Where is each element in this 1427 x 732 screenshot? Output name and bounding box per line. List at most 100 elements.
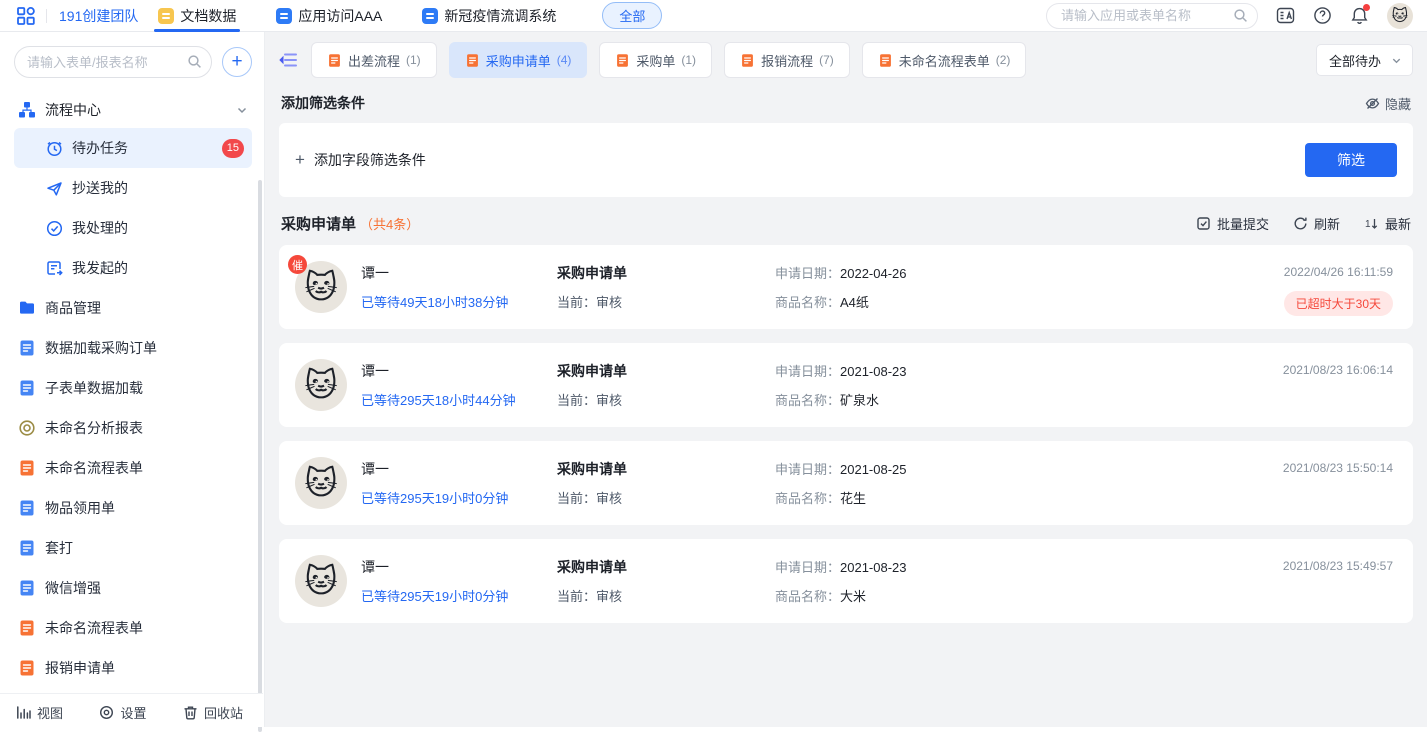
waiting-time-link[interactable]: 已等待295天18小时44分钟 (361, 390, 557, 409)
sidebar-item-initiated-by-me[interactable]: 我发起的 (14, 248, 252, 288)
sidebar-item-label: 报销申请单 (45, 658, 115, 678)
help-icon[interactable] (1313, 6, 1332, 25)
sidebar-item-goods-requisition[interactable]: 物品领用单 (14, 488, 252, 528)
app-tab-docs[interactable]: 文档数据 (158, 0, 236, 32)
app-icon-blue (276, 8, 292, 24)
add-form-button[interactable]: + (222, 47, 252, 77)
sidebar-search[interactable] (14, 46, 212, 78)
user-avatar[interactable]: 🐱 (1387, 3, 1413, 29)
tab-purchase-order[interactable]: 采购单 (1) (599, 42, 712, 78)
header-search-input[interactable] (1046, 3, 1258, 29)
sidebar-item-label: 未命名分析报表 (45, 418, 143, 438)
app-icon-blue (422, 8, 438, 24)
todo-count-badge: 15 (222, 139, 244, 158)
tab-unnamed-process-form[interactable]: 未命名流程表单 (2) (862, 42, 1027, 78)
translate-icon[interactable] (1276, 6, 1295, 25)
search-icon (187, 54, 202, 69)
app-tab-covid[interactable]: 新冠疫情流调系统 (422, 0, 556, 32)
tab-count: (1) (681, 53, 696, 67)
collapse-sidebar-icon[interactable] (279, 51, 299, 69)
sidebar-item-label: 未命名流程表单 (45, 458, 143, 478)
avatar-cat-image: 🐱 (304, 268, 337, 306)
date-value: 2021-08-23 (840, 560, 907, 575)
sidebar-item-processed-by-me[interactable]: 我处理的 (14, 208, 252, 248)
sidebar-item-todo-tasks[interactable]: 待办任务 15 (14, 128, 252, 168)
refresh-button[interactable]: 刷新 (1293, 214, 1340, 233)
header-search[interactable] (1046, 3, 1258, 29)
app-tab-access[interactable]: 应用访问AAA (276, 0, 382, 32)
sort-icon: 1 (1364, 216, 1379, 231)
sidebar-search-input[interactable] (14, 46, 212, 78)
date-value: 2022-04-26 (840, 266, 907, 281)
date-label: 申请日期： (775, 560, 840, 575)
sidebar-item-product-management[interactable]: 商品管理 (14, 288, 252, 328)
sidebar-item-cc-to-me[interactable]: 抄送我的 (14, 168, 252, 208)
send-icon (46, 180, 63, 197)
sidebar-item-unnamed-process-form-2[interactable]: 未命名流程表单 (14, 608, 252, 648)
task-row[interactable]: 🐱 谭一 已等待295天18小时44分钟 采购申请单 当前：审核 申请日期：20… (279, 343, 1413, 427)
doc-icon (18, 459, 36, 477)
doc-icon (18, 579, 36, 597)
sidebar-item-data-load-purchase-order[interactable]: 数据加载采购订单 (14, 328, 252, 368)
tab-purchase-request[interactable]: 采购申请单 (4) (449, 42, 588, 78)
doc-icon (18, 379, 36, 397)
sidebar-item-unnamed-process-form-1[interactable]: 未命名流程表单 (14, 448, 252, 488)
plus-icon: + (295, 150, 305, 170)
waiting-time-link[interactable]: 已等待295天19小时0分钟 (361, 586, 557, 605)
avatar-cat-image: 🐱 (304, 464, 337, 502)
sidebar-item-label: 抄送我的 (72, 178, 128, 198)
sort-latest-button[interactable]: 1 最新 (1364, 214, 1411, 233)
doc-icon (18, 619, 36, 637)
notification-dot (1363, 4, 1370, 11)
date-label: 申请日期： (775, 364, 840, 379)
product-label: 商品名称： (775, 295, 840, 310)
received-time: 2021/08/23 15:49:57 (1283, 559, 1393, 573)
search-icon (1233, 8, 1248, 23)
team-name[interactable]: 191创建团队 (59, 6, 138, 26)
tab-label: 出差流程 (348, 51, 400, 70)
sidebar-item-wechat-enhance[interactable]: 微信增强 (14, 568, 252, 608)
sidebar-item-label: 物品领用单 (45, 498, 115, 518)
chevron-down-icon (1391, 55, 1402, 66)
overdue-badge: 已超时大于30天 (1284, 291, 1393, 316)
hide-filter-link[interactable]: 隐藏 (1365, 94, 1411, 113)
app-launcher-icon[interactable] (16, 6, 36, 26)
header-divider (46, 9, 47, 23)
add-field-filter-link[interactable]: + 添加字段筛选条件 (295, 150, 426, 170)
filter-button[interactable]: 筛选 (1305, 143, 1397, 177)
notification-bell-icon[interactable] (1350, 6, 1369, 25)
received-time: 2021/08/23 16:06:14 (1283, 363, 1393, 377)
views-button[interactable]: 视图 (16, 703, 63, 722)
batch-submit-button[interactable]: 批量提交 (1196, 214, 1269, 233)
tab-business-trip-flow[interactable]: 出差流程 (1) (311, 42, 437, 78)
avatar: 🐱 (295, 457, 347, 509)
settings-button[interactable]: 设置 (99, 703, 146, 722)
date-value: 2021-08-25 (840, 462, 907, 477)
product-label: 商品名称： (775, 393, 840, 408)
app-tab-label: 新冠疫情流调系统 (444, 6, 556, 26)
recycle-bin-button[interactable]: 回收站 (183, 703, 243, 722)
todo-filter-select[interactable]: 全部待办 (1316, 44, 1413, 76)
all-apps-pill[interactable]: 全部 (602, 2, 662, 29)
sidebar-group-process-center[interactable]: 流程中心 (14, 92, 252, 128)
list-title: 采购申请单 (281, 213, 356, 234)
sidebar-item-unnamed-report[interactable]: 未命名分析报表 (14, 408, 252, 448)
sidebar-scrollbar[interactable] (258, 180, 262, 732)
task-row[interactable]: 🐱 谭一 已等待295天19小时0分钟 采购申请单 当前：审核 申请日期：202… (279, 539, 1413, 623)
sidebar-item-reimbursement-form[interactable]: 报销申请单 (14, 648, 252, 688)
sidebar-item-subform-data-load[interactable]: 子表单数据加载 (14, 368, 252, 408)
tab-reimbursement-flow[interactable]: 报销流程 (7) (724, 42, 850, 78)
task-row[interactable]: 🐱 谭一 已等待295天19小时0分钟 采购申请单 当前：审核 申请日期：202… (279, 441, 1413, 525)
app-tab-label: 文档数据 (180, 6, 236, 26)
sidebar-item-label: 商品管理 (45, 298, 101, 318)
task-row[interactable]: 催 🐱 谭一 已等待49天18小时38分钟 采购申请单 当前：审核 申请日期：2… (279, 245, 1413, 329)
form-tabs-row: 出差流程 (1) 采购申请单 (4) 采购单 (1) 报销流程 (7) 未命名流… (279, 42, 1413, 78)
report-icon (18, 419, 36, 437)
sidebar-item-batch-print[interactable]: 套打 (14, 528, 252, 568)
waiting-time-link[interactable]: 已等待295天19小时0分钟 (361, 488, 557, 507)
sidebar-item-label: 我发起的 (72, 258, 128, 278)
doc-icon (18, 659, 36, 677)
eye-off-icon (1365, 96, 1380, 111)
waiting-time-link[interactable]: 已等待49天18小时38分钟 (361, 292, 557, 311)
date-label: 申请日期： (775, 266, 840, 281)
